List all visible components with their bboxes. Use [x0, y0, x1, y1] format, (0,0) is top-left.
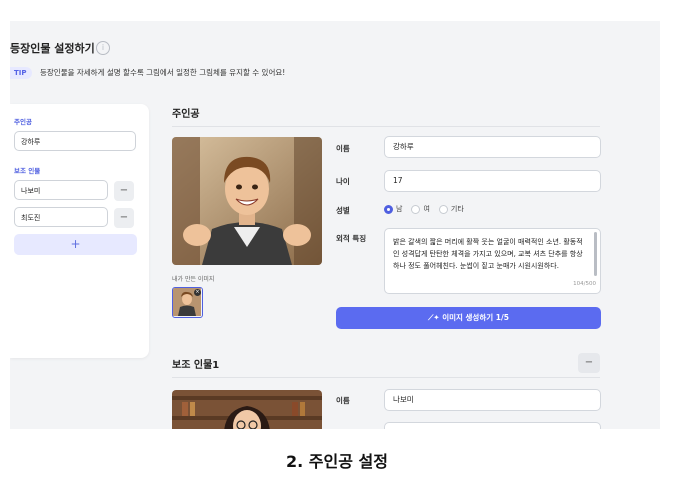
generated-image-thumbnail[interactable]: ×	[172, 287, 203, 318]
sub-name-input[interactable]: 나보미	[384, 389, 601, 411]
remove-thumbnail-icon[interactable]: ×	[194, 289, 201, 296]
image-caption: 내가 만든 이미지	[172, 276, 215, 283]
gender-radio-female[interactable]	[411, 204, 421, 214]
page-title: 등장인물 설정하기	[10, 42, 95, 55]
gender-radio-group: 남 여 기타	[384, 204, 473, 214]
age-label: 나이	[336, 177, 350, 186]
info-circle-icon[interactable]: i	[96, 41, 110, 55]
gender-radio-male[interactable]	[384, 204, 393, 214]
sidebar-support-item-1[interactable]: 나보미	[14, 180, 108, 200]
appearance-label: 외적 특징	[336, 234, 367, 243]
name-input[interactable]: 강하루	[384, 136, 601, 158]
gender-option-female[interactable]: 여	[423, 204, 429, 214]
section-divider	[172, 126, 600, 127]
main-character-title: 주인공	[172, 109, 200, 120]
sidebar-main-character[interactable]: 강하루	[14, 131, 136, 151]
remove-support-2-button[interactable]: −	[114, 208, 134, 228]
generate-image-label: 이미지 생성하기 1/5	[442, 313, 509, 322]
sidebar-support-label: 보조 인물	[14, 167, 41, 175]
generate-image-button[interactable]: ⟋✦ 이미지 생성하기 1/5	[336, 307, 601, 329]
app-window: 등장인물 설정하기 i TIP 등장인물을 자세하게 설명 할수록 그림에서 일…	[10, 21, 660, 429]
gender-radio-other[interactable]	[438, 204, 448, 214]
add-character-button[interactable]: +	[14, 234, 137, 255]
figure-caption: 2. 주인공 설정	[286, 452, 388, 471]
gender-option-male[interactable]: 남	[396, 204, 402, 214]
age-input[interactable]: 17	[384, 170, 601, 192]
remove-sub-character-button[interactable]: −	[578, 353, 600, 373]
main-character-image	[172, 137, 322, 265]
sub-character-image	[172, 390, 322, 429]
gender-option-other[interactable]: 기타	[451, 204, 464, 214]
char-count: 104/500	[571, 278, 596, 290]
sidebar-support-item-2[interactable]: 최도진	[14, 207, 108, 227]
appearance-textarea[interactable]: 밝은 갈색의 짧은 머리에 활짝 웃는 얼굴이 매력적인 소년. 활동적인 성격…	[384, 228, 601, 294]
tip-badge: TIP	[10, 67, 32, 79]
sub-name-label: 이름	[336, 396, 350, 405]
sub-age-input[interactable]	[384, 422, 601, 429]
sub-section-divider	[172, 377, 600, 378]
name-label: 이름	[336, 144, 350, 153]
character-sidebar: 주인공 강하루 보조 인물 나보미 − 최도진 − +	[10, 104, 149, 358]
remove-support-1-button[interactable]: −	[114, 181, 134, 201]
gender-label: 성별	[336, 206, 350, 215]
tip-text: 등장인물을 자세하게 설명 할수록 그림에서 일정한 그림체를 유지할 수 있어…	[40, 68, 286, 77]
sub-character-title: 보조 인물1	[172, 360, 220, 371]
sidebar-main-label: 주인공	[14, 118, 32, 126]
textarea-scrollbar[interactable]	[594, 232, 597, 276]
appearance-text: 밝은 갈색의 짧은 머리에 활짝 웃는 얼굴이 매력적인 소년. 활동적인 성격…	[393, 238, 583, 270]
magic-wand-icon: ⟋✦	[428, 313, 443, 322]
